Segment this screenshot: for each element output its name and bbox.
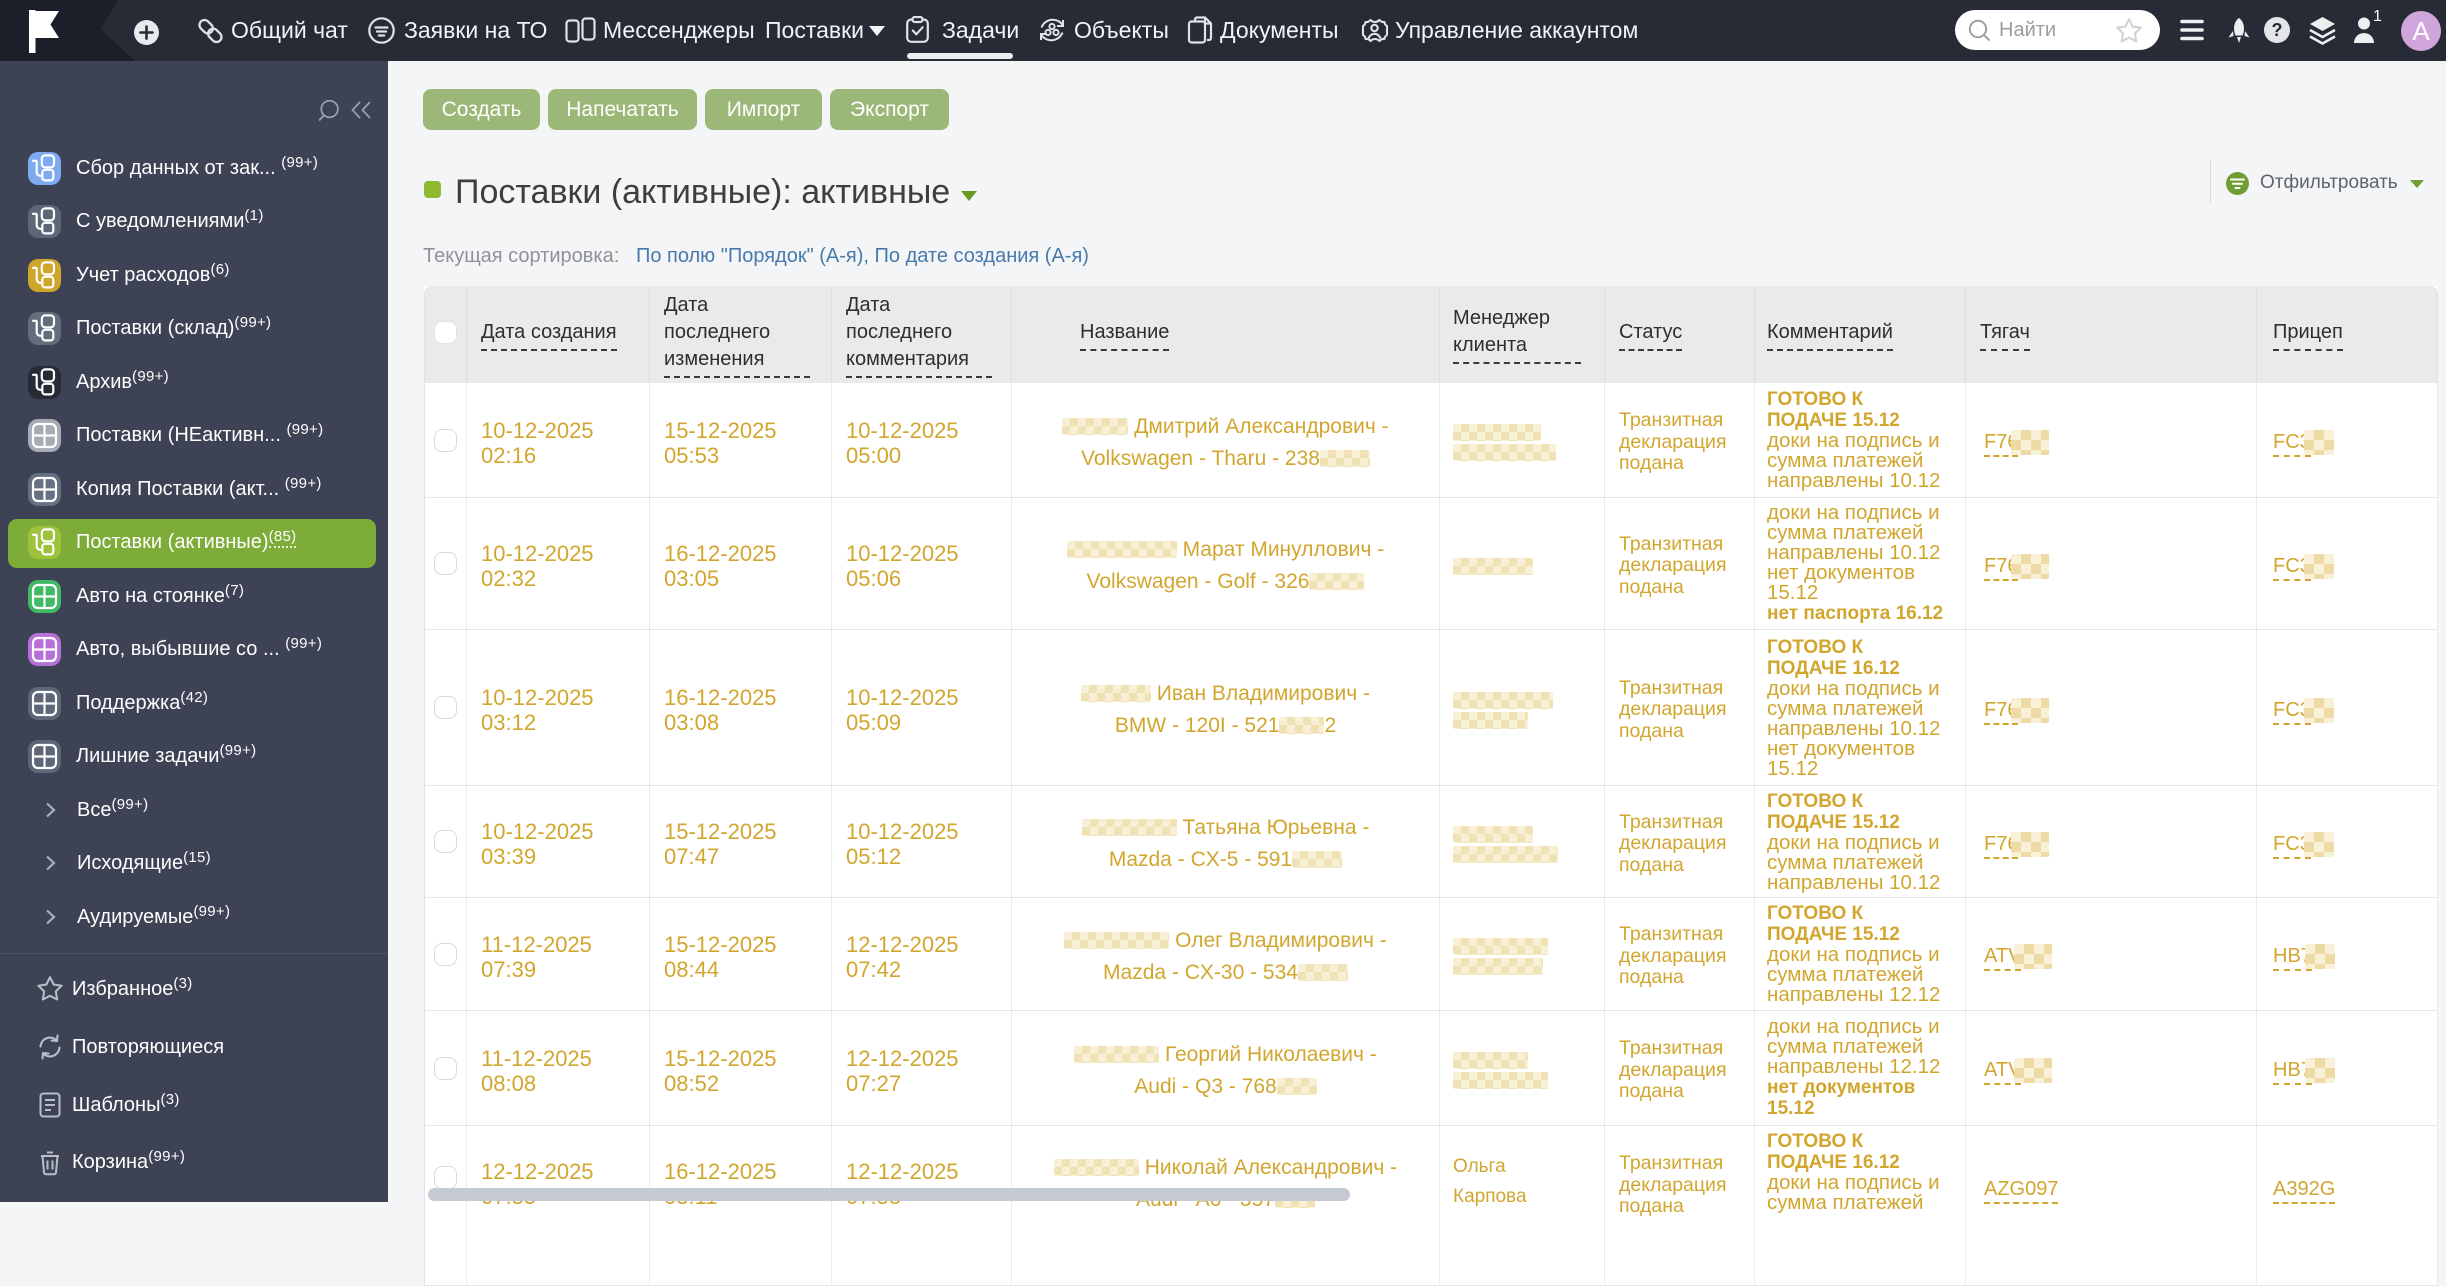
svg-text:?: ? (2272, 20, 2283, 40)
